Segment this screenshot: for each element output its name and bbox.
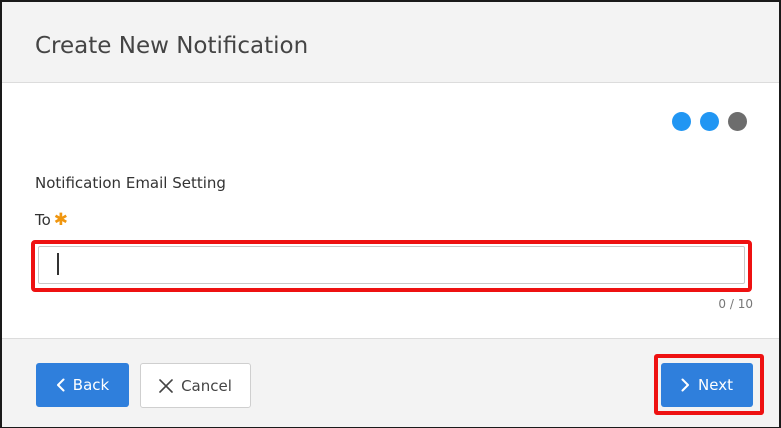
character-counter: 0 / 10 [718, 297, 753, 311]
to-label-text: To [35, 211, 51, 229]
input-highlight-box [31, 240, 752, 292]
required-asterisk-icon: ✱ [53, 210, 69, 230]
chevron-left-icon [56, 378, 65, 392]
dialog-title: Create New Notification [35, 33, 309, 59]
dialog-header: Create New Notification [2, 2, 779, 83]
step-indicator-3 [728, 112, 747, 131]
to-field-label: To ✱ [35, 210, 68, 230]
step-indicator-2 [700, 112, 719, 131]
create-notification-dialog: Create New Notification Notification Ema… [0, 0, 781, 428]
cancel-button-label: Cancel [181, 376, 232, 395]
cancel-button[interactable]: Cancel [140, 363, 251, 408]
next-highlight-box [654, 354, 764, 415]
step-indicator-1 [672, 112, 691, 131]
back-button-label: Back [72, 376, 110, 394]
section-title: Notification Email Setting [35, 174, 226, 192]
back-button[interactable]: Back [36, 363, 129, 407]
close-icon [159, 378, 173, 393]
